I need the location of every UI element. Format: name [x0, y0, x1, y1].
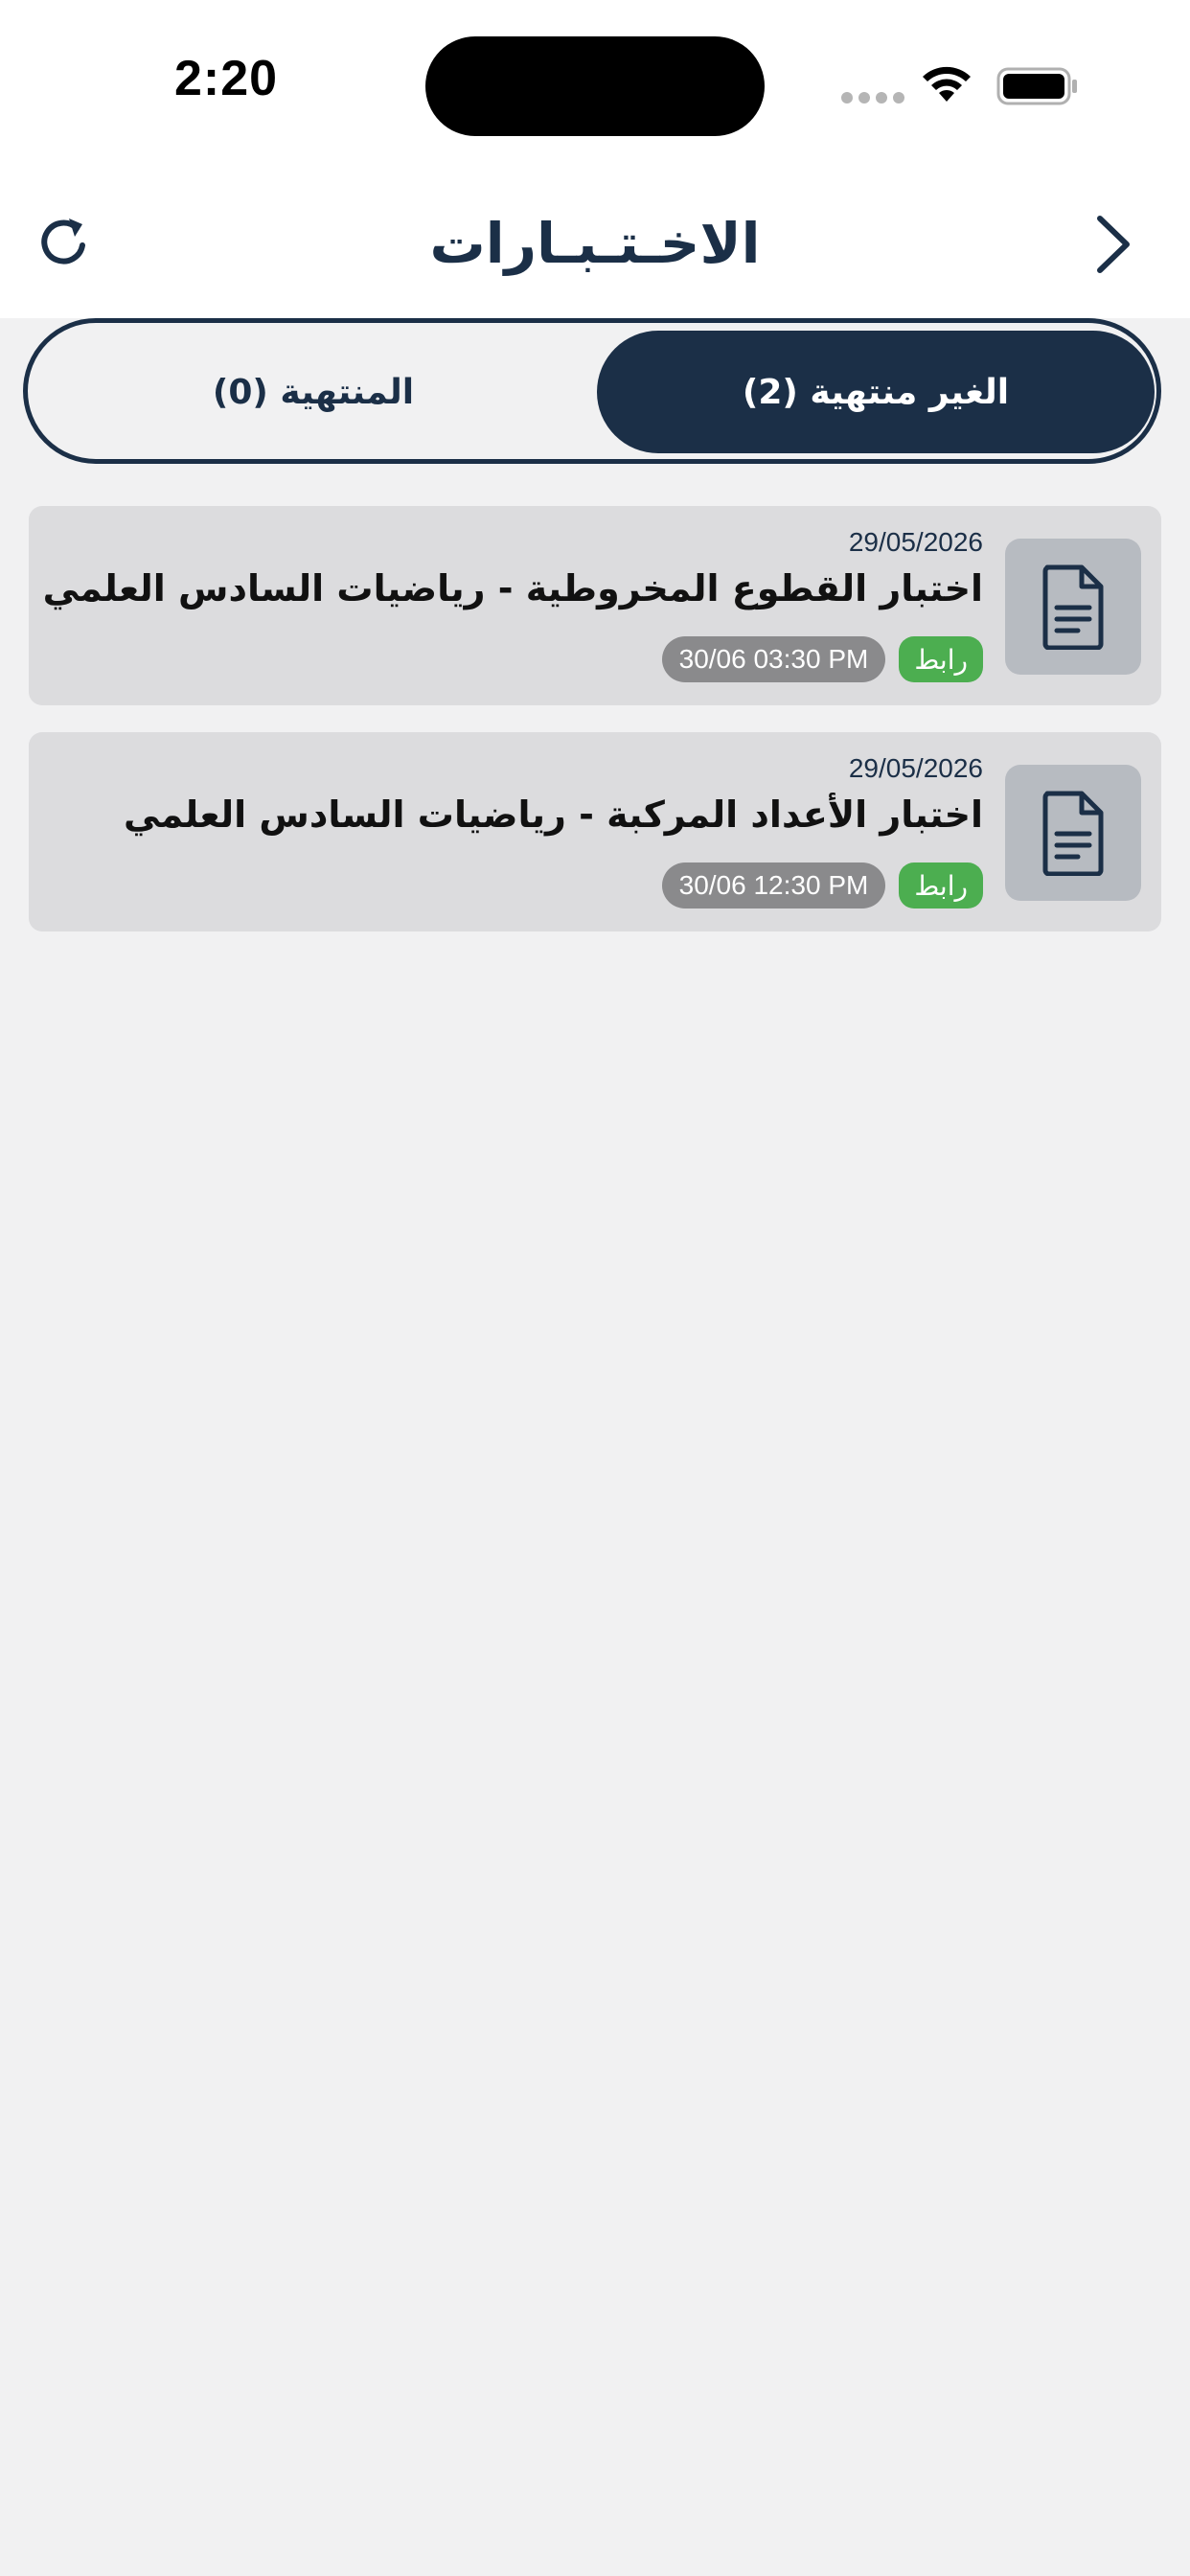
- page-title: الاخـتـبـارات: [429, 211, 761, 276]
- exam-title: اختبار القطوع المخروطية - رياضيات السادس…: [42, 567, 983, 610]
- chevron-right-icon[interactable]: [1090, 213, 1138, 276]
- exam-title: اختبار الأعداد المركبة - رياضيات السادس …: [124, 794, 983, 836]
- status-time: 2:20: [174, 51, 279, 106]
- wifi-icon: [923, 66, 971, 102]
- time-badge: 30/06 12:30 PM: [661, 862, 886, 908]
- exam-card[interactable]: 29/05/2026 اختبار القطوع المخروطية - ريا…: [29, 506, 1161, 705]
- status-tabs: الغير منتهية (2) المنتهية (0): [23, 318, 1161, 464]
- time-badge: 30/06 03:30 PM: [661, 636, 886, 682]
- exam-card[interactable]: 29/05/2026 اختبار الأعداد المركبة - رياض…: [29, 732, 1161, 932]
- navigation-bar: الاخـتـبـارات: [0, 172, 1190, 318]
- cellular-signal-icon: [841, 92, 904, 104]
- tab-finished[interactable]: المنتهية (0): [35, 331, 591, 453]
- dynamic-island: [425, 36, 765, 136]
- exam-date: 29/05/2026: [848, 527, 983, 557]
- exam-badges: رابط 30/06 12:30 PM: [661, 862, 983, 908]
- link-badge[interactable]: رابط: [899, 862, 983, 908]
- exam-icon-box: [1005, 539, 1141, 675]
- document-icon: [1042, 791, 1104, 876]
- exam-icon-box: [1005, 765, 1141, 901]
- exam-badges: رابط 30/06 03:30 PM: [661, 636, 983, 682]
- exam-date: 29/05/2026: [848, 753, 983, 783]
- tab-unfinished[interactable]: الغير منتهية (2): [597, 331, 1155, 453]
- link-badge[interactable]: رابط: [899, 636, 983, 682]
- status-bar: 2:20: [0, 0, 1190, 172]
- battery-icon: [996, 67, 1077, 105]
- document-icon: [1042, 564, 1104, 650]
